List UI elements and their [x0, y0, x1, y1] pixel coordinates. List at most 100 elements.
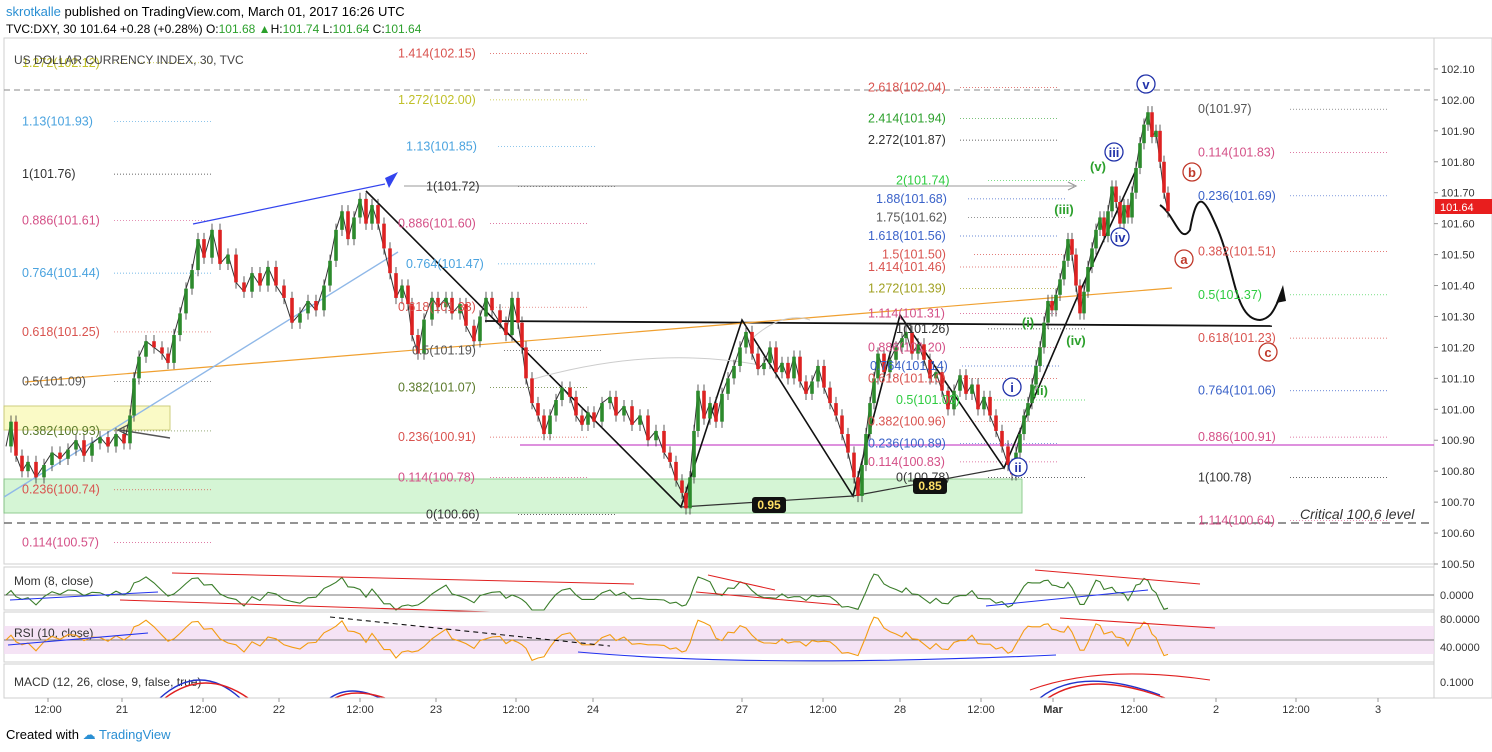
candle-body — [750, 331, 754, 354]
candle-body — [1142, 124, 1146, 144]
fib-level-label: 0.618(101.33) — [398, 300, 476, 314]
candle-body — [106, 437, 110, 447]
candle-body — [988, 396, 992, 416]
candle-body — [638, 415, 642, 425]
candle-body — [172, 335, 176, 363]
time-tick-label: 24 — [587, 704, 599, 716]
tradingview-link[interactable]: TradingView — [99, 727, 171, 742]
fib-level-label: 0.114(100.78) — [398, 470, 475, 484]
candle-body — [524, 347, 528, 379]
candle-body — [210, 229, 214, 258]
candle-body — [190, 270, 194, 289]
candle-body — [166, 353, 170, 363]
candle-body — [1098, 217, 1102, 230]
candle-body — [630, 406, 634, 425]
candle-body — [202, 239, 206, 258]
tradingview-chart[interactable]: 102.10 102.00 101.90 101.80 101.70 101.60 101.… — [0, 0, 1492, 752]
candle-body — [400, 285, 404, 298]
time-axis[interactable]: 12:00 21 12:00 22 12:00 23 12:00 24 27 12:00 28 12:… — [34, 698, 1381, 716]
price-tick-label: 102.00 — [1441, 95, 1475, 107]
candle-body — [26, 461, 30, 472]
candle-body — [504, 322, 508, 336]
price-tick-label: 101.50 — [1441, 250, 1475, 262]
candle-body — [1126, 205, 1130, 218]
candle-body — [1122, 205, 1126, 224]
candle-body — [982, 396, 986, 410]
candle-body — [334, 229, 338, 261]
fib-level-label: 0.382(100.93) — [22, 424, 100, 438]
footer: Created with ☁ TradingView — [6, 727, 171, 743]
wave-label: (ii) — [1032, 383, 1048, 398]
candle-body — [82, 440, 86, 456]
time-tick-label: 12:00 — [967, 704, 995, 716]
candle-body — [516, 297, 520, 323]
candle-body — [994, 415, 998, 431]
fib-level-label: 0.886(101.60) — [398, 217, 476, 231]
candle-body — [290, 297, 294, 323]
candle-body — [1074, 254, 1078, 286]
time-tick-label: 12:00 — [1120, 704, 1148, 716]
candle-body — [684, 492, 688, 509]
fib-level-label: 0.764(101.44) — [22, 266, 100, 280]
candle-body — [816, 365, 820, 382]
wave-label: v — [1142, 77, 1150, 92]
candle-body — [536, 403, 540, 416]
candle-body — [306, 301, 310, 314]
candle-body — [810, 381, 814, 394]
candle-body — [282, 285, 286, 298]
macd-tick: 0.1000 — [1440, 677, 1474, 689]
last-price-tag: 101.64 — [1435, 199, 1492, 214]
candle-body — [1134, 167, 1138, 193]
candle-body — [1054, 294, 1058, 311]
candle-body — [530, 378, 534, 404]
candle-body — [510, 297, 514, 336]
fib-level-label: 1(101.76) — [22, 167, 76, 181]
candle-body — [322, 285, 326, 311]
price-tick-label: 101.40 — [1441, 281, 1475, 293]
time-tick-label: 12:00 — [189, 704, 217, 716]
candle-body — [688, 477, 692, 509]
price-tick-label: 101.60 — [1441, 219, 1475, 231]
fib-level-label: 1.13(101.85) — [406, 139, 477, 153]
price-tick-label: 101.30 — [1441, 311, 1475, 323]
candle-body — [184, 288, 188, 314]
candle-body — [958, 375, 962, 391]
candle-body — [1006, 446, 1010, 465]
critical-level-annotation: Critical 100,6 level — [1300, 506, 1415, 522]
fib-level-label: 0.5(101.37) — [1198, 288, 1262, 302]
candle-body — [744, 331, 748, 348]
fib-level-label: 1.272(102.00) — [398, 93, 476, 107]
candle-body — [9, 421, 13, 447]
candle-body — [1086, 266, 1090, 292]
time-tick-label: 12:00 — [1282, 704, 1310, 716]
candle-body — [1026, 403, 1030, 416]
time-tick-label: 22 — [273, 704, 285, 716]
fib-level-label: 2.414(101.94) — [868, 111, 946, 125]
fib-level-label: 1(101.72) — [426, 180, 480, 194]
candle-body — [970, 384, 974, 394]
candle-body — [780, 362, 784, 373]
macd-pane[interactable] — [3, 663, 1435, 699]
candle-body — [472, 325, 476, 342]
candle-body — [226, 254, 230, 264]
candle-body — [600, 403, 604, 422]
fib-level-label: 0(101.97) — [1198, 102, 1252, 116]
candle-body — [1058, 279, 1062, 295]
ratio-label-1: 0.95 — [757, 498, 781, 512]
candle-body — [1000, 430, 1004, 447]
fib-level-label: 2.618(102.04) — [868, 81, 946, 95]
fib-level-label: 0.5(101.19) — [412, 344, 476, 358]
candle-body — [580, 415, 584, 425]
fib-level-label: 1(101.26) — [896, 322, 950, 336]
candle-body — [14, 421, 18, 456]
candle-body — [964, 375, 968, 394]
candle-body — [738, 347, 742, 366]
candle-body — [574, 396, 578, 416]
candle-body — [160, 347, 164, 354]
candle-body — [74, 440, 78, 450]
fib-level-label: 1.272(101.39) — [868, 282, 946, 296]
candle-body — [732, 365, 736, 379]
candle-body — [144, 341, 148, 357]
rsi-title: RSI (10, close) — [14, 626, 93, 640]
candle-body — [242, 282, 246, 292]
